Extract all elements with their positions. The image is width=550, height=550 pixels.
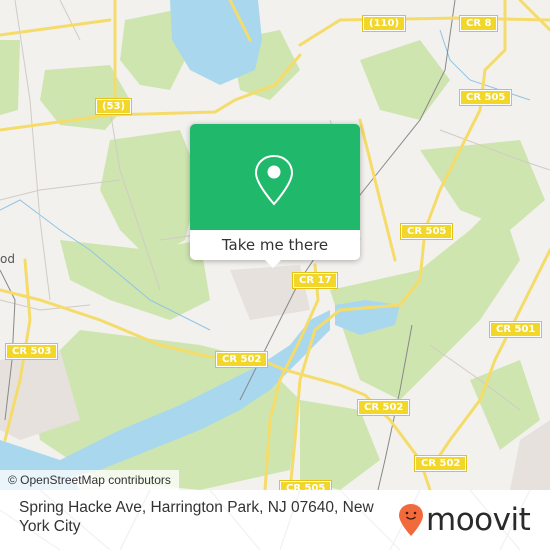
destination-popup: Take me there xyxy=(190,124,360,268)
lake xyxy=(170,0,262,85)
road-shield: CR 17 xyxy=(291,272,339,289)
park-area xyxy=(420,140,545,230)
road xyxy=(298,16,550,47)
road xyxy=(518,0,550,32)
map-view[interactable]: (110) CR 8 (53) CR 505 CR 505 CR 17 CR 5… xyxy=(0,0,550,490)
place-label: od xyxy=(0,252,15,266)
road-shield: CR 502 xyxy=(413,455,468,472)
road xyxy=(358,118,397,262)
park-area xyxy=(360,40,450,120)
park-area xyxy=(0,40,20,115)
popup-header xyxy=(190,124,360,230)
road-shield: CR 505 xyxy=(458,89,513,106)
popup-pointer xyxy=(265,260,281,268)
road-shield: CR 502 xyxy=(356,399,411,416)
road-shield: CR 502 xyxy=(214,351,269,368)
footer: Spring Hacke Ave, Harrington Park, NJ 07… xyxy=(0,490,550,550)
park-area xyxy=(60,240,210,320)
road-shield: CR 501 xyxy=(488,321,543,338)
moovit-wordmark: moovit xyxy=(426,502,531,538)
road-shield: CR 505 xyxy=(399,223,454,240)
park-area xyxy=(100,130,200,260)
destination-address: Spring Hacke Ave, Harrington Park, NJ 07… xyxy=(19,499,374,535)
road-shield: CR 503 xyxy=(4,343,59,360)
road-shield: CR 8 xyxy=(458,15,499,32)
moovit-pin-icon xyxy=(399,504,423,536)
moovit-logo[interactable]: moovit xyxy=(398,502,531,538)
road xyxy=(0,18,112,37)
take-me-there-button[interactable]: Take me there xyxy=(190,230,360,260)
road-shield: (110) xyxy=(361,15,407,32)
road-shield: CR 505 xyxy=(278,480,333,490)
road-shield: (53) xyxy=(94,98,133,115)
map-attribution[interactable]: © OpenStreetMap contributors xyxy=(0,470,179,490)
